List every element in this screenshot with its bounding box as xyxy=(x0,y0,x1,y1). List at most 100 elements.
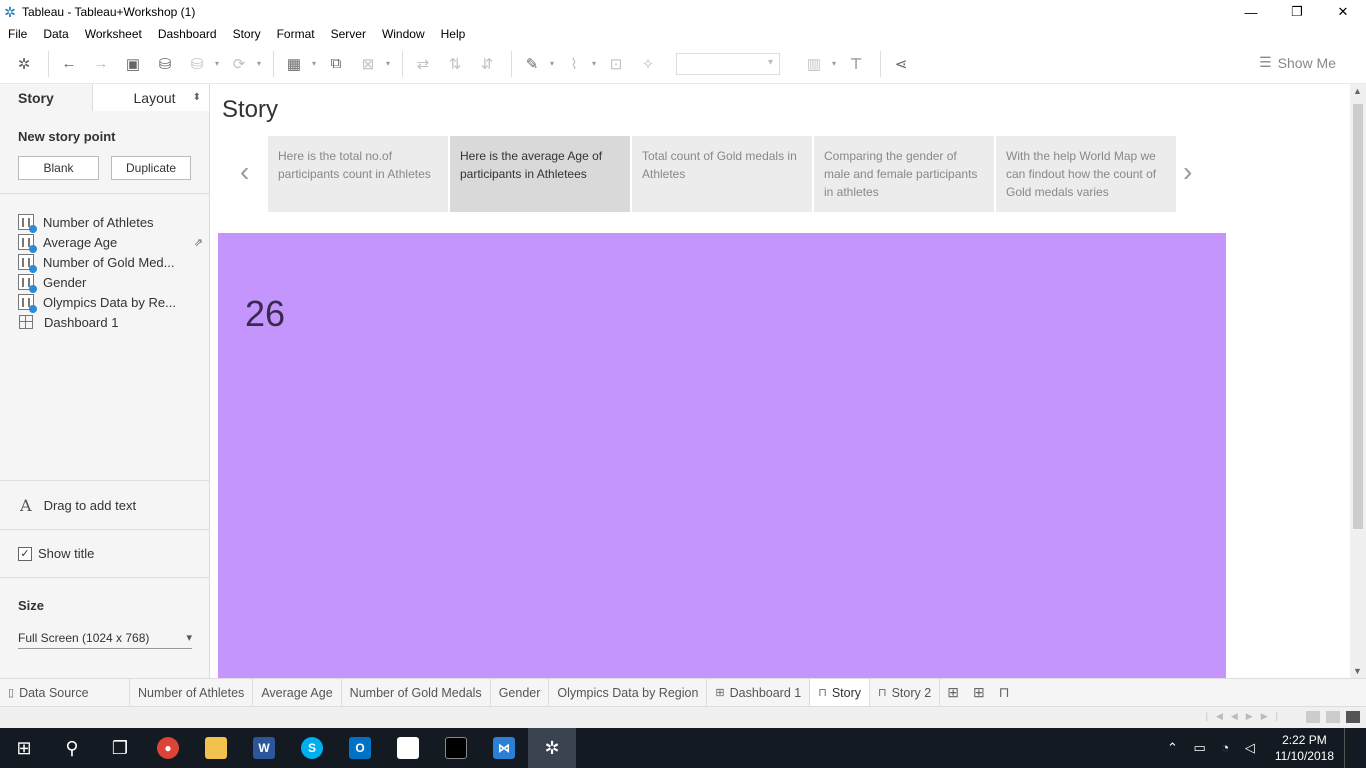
tab-number-of-gold-medals[interactable]: Number of Gold Medals xyxy=(342,679,491,706)
windows-start-icon[interactable]: ⊞ xyxy=(0,728,48,768)
word-icon[interactable]: W xyxy=(240,728,288,768)
sheet-item-olympics-data-by-region[interactable]: Olympics Data by Re... xyxy=(0,292,209,313)
fit-select[interactable] xyxy=(676,52,780,75)
minimize-button[interactable]: — xyxy=(1228,0,1274,24)
story-point-1[interactable]: Here is the total no.of participants cou… xyxy=(268,136,448,212)
go-to-sheet-icon[interactable]: ⇗ xyxy=(194,236,203,249)
pause-updates-icon[interactable]: ⛁ xyxy=(183,50,211,78)
clock[interactable]: 2:22 PM 11/10/2018 xyxy=(1275,732,1334,764)
group-members-icon[interactable]: ⌇ xyxy=(560,50,588,78)
show-cards-icon[interactable]: ▥ xyxy=(800,50,828,78)
chevron-down-icon[interactable]: ▾ xyxy=(550,59,558,68)
drag-to-add-text[interactable]: A Drag to add text xyxy=(20,496,136,515)
visual-studio-icon[interactable]: ⋈ xyxy=(480,728,528,768)
new-data-source-icon[interactable]: ⛁ xyxy=(151,50,179,78)
show-desktop-button[interactable] xyxy=(1344,728,1356,768)
menu-data[interactable]: Data xyxy=(39,27,72,41)
visualization-area[interactable]: 26 xyxy=(218,233,1226,678)
refresh-icon[interactable]: ⟳ xyxy=(225,50,253,78)
tab-story[interactable]: ⊓ Story xyxy=(810,679,870,706)
duplicate-sheet-icon[interactable]: ⧉ xyxy=(322,50,350,78)
chevron-down-icon[interactable]: ▾ xyxy=(386,59,394,68)
size-dropdown[interactable]: Full Screen (1024 x 768) xyxy=(18,627,192,649)
story-point-4[interactable]: Comparing the gender of male and female … xyxy=(814,136,994,212)
vertical-scrollbar[interactable]: ▲ ▼ xyxy=(1350,84,1366,678)
tab-average-age[interactable]: Average Age xyxy=(253,679,342,706)
tab-data-source[interactable]: ▯ Data Source xyxy=(0,679,130,706)
chevron-down-icon[interactable]: ▾ xyxy=(215,59,223,68)
story-point-2[interactable]: Here is the average Age of participants … xyxy=(450,136,630,212)
sheet-navigation-icons[interactable]: |◀◀▶▶| xyxy=(1206,711,1286,722)
tab-story[interactable]: Story xyxy=(0,84,92,111)
blank-button[interactable]: Blank xyxy=(18,156,99,180)
scrollbar-thumb[interactable] xyxy=(1353,104,1363,529)
sort-ascending-icon[interactable]: ⇅ xyxy=(441,50,469,78)
show-me-button[interactable]: ☰ Show Me xyxy=(1259,54,1336,71)
show-title-checkbox[interactable]: ✓ Show title xyxy=(18,546,94,561)
new-dashboard-tab-icon[interactable]: ⊞ xyxy=(966,679,992,706)
skype-icon[interactable]: S xyxy=(288,728,336,768)
chevron-down-icon[interactable]: ▾ xyxy=(257,59,265,68)
redo-icon[interactable]: → xyxy=(87,50,115,78)
fix-axes-icon[interactable]: ✧ xyxy=(634,50,662,78)
terminal-icon[interactable] xyxy=(432,728,480,768)
task-view-icon[interactable]: ❐ xyxy=(96,728,144,768)
chrome-icon[interactable]: ● xyxy=(144,728,192,768)
sheet-sorter-icon[interactable] xyxy=(1306,711,1320,723)
search-icon[interactable]: ⚲ xyxy=(48,728,96,768)
clear-sheet-icon[interactable]: ⊠ xyxy=(354,50,382,78)
tabs-view-icon[interactable] xyxy=(1346,711,1360,723)
new-worksheet-tab-icon[interactable]: ⊞ xyxy=(940,679,966,706)
notepad-icon[interactable] xyxy=(384,728,432,768)
menu-window[interactable]: Window xyxy=(378,27,429,41)
new-story-tab-icon[interactable]: ⊓ xyxy=(992,679,1017,706)
file-explorer-icon[interactable] xyxy=(192,728,240,768)
menu-file[interactable]: File xyxy=(4,27,31,41)
menu-help[interactable]: Help xyxy=(437,27,470,41)
sheet-item-number-of-gold-medals[interactable]: Number of Gold Med... xyxy=(0,252,209,273)
chevron-down-icon[interactable]: ▾ xyxy=(592,59,600,68)
previous-story-point-icon[interactable]: ‹ xyxy=(240,156,249,188)
sheet-item-dashboard-1[interactable]: Dashboard 1 xyxy=(0,312,209,332)
sheet-item-number-of-athletes[interactable]: Number of Athletes xyxy=(0,212,209,233)
sheet-item-gender[interactable]: Gender xyxy=(0,272,209,293)
share-icon[interactable]: ⋖ xyxy=(887,50,915,78)
tab-olympics-data-by-region[interactable]: Olympics Data by Region xyxy=(549,679,708,706)
tableau-taskbar-icon[interactable]: ✲ xyxy=(528,728,576,768)
tray-icons[interactable]: ⌃ ▭ ◔ ◁ xyxy=(1167,740,1261,756)
scroll-up-icon[interactable]: ▲ xyxy=(1353,86,1362,96)
menu-format[interactable]: Format xyxy=(273,27,319,41)
outlook-icon[interactable]: O xyxy=(336,728,384,768)
story-title[interactable]: Story xyxy=(222,96,278,124)
duplicate-button[interactable]: Duplicate xyxy=(111,156,191,180)
save-icon[interactable]: ▣ xyxy=(119,50,147,78)
highlight-icon[interactable]: ✎ xyxy=(518,50,546,78)
swap-icon[interactable]: ⇄ xyxy=(409,50,437,78)
tableau-home-icon[interactable]: ✲ xyxy=(10,50,38,78)
next-story-point-icon[interactable]: › xyxy=(1183,156,1192,188)
filmstrip-icon[interactable] xyxy=(1326,711,1340,723)
story-point-5[interactable]: With the help World Map we can findout h… xyxy=(996,136,1176,212)
sort-descending-icon[interactable]: ⇵ xyxy=(473,50,501,78)
undo-icon[interactable]: ← xyxy=(55,50,83,78)
new-worksheet-icon[interactable]: ▦ xyxy=(280,50,308,78)
menu-dashboard[interactable]: Dashboard xyxy=(154,27,221,41)
tab-story-2[interactable]: ⊓ Story 2 xyxy=(870,679,941,706)
restore-button[interactable]: ❐ xyxy=(1274,0,1320,24)
tab-number-of-athletes[interactable]: Number of Athletes xyxy=(130,679,254,706)
menu-story[interactable]: Story xyxy=(229,27,265,41)
menu-worksheet[interactable]: Worksheet xyxy=(81,27,146,41)
checkbox-checked-icon[interactable]: ✓ xyxy=(18,546,32,561)
chevron-down-icon[interactable]: ▾ xyxy=(312,59,320,68)
close-button[interactable]: ✕ xyxy=(1320,0,1366,24)
menu-server[interactable]: Server xyxy=(327,27,370,41)
show-labels-icon[interactable]: ⊡ xyxy=(602,50,630,78)
presentation-mode-icon[interactable]: ⊤ xyxy=(842,50,870,78)
chevron-down-icon[interactable]: ▾ xyxy=(832,59,840,68)
story-point-3[interactable]: Total count of Gold medals in Athletes xyxy=(632,136,812,212)
tab-dashboard-1[interactable]: ⊞ Dashboard 1 xyxy=(707,679,811,706)
sheet-item-average-age[interactable]: Average Age ⇗ xyxy=(0,232,209,253)
scroll-down-icon[interactable]: ▼ xyxy=(1353,666,1362,676)
tab-layout[interactable]: Layout xyxy=(91,84,209,111)
tab-gender[interactable]: Gender xyxy=(491,679,550,706)
